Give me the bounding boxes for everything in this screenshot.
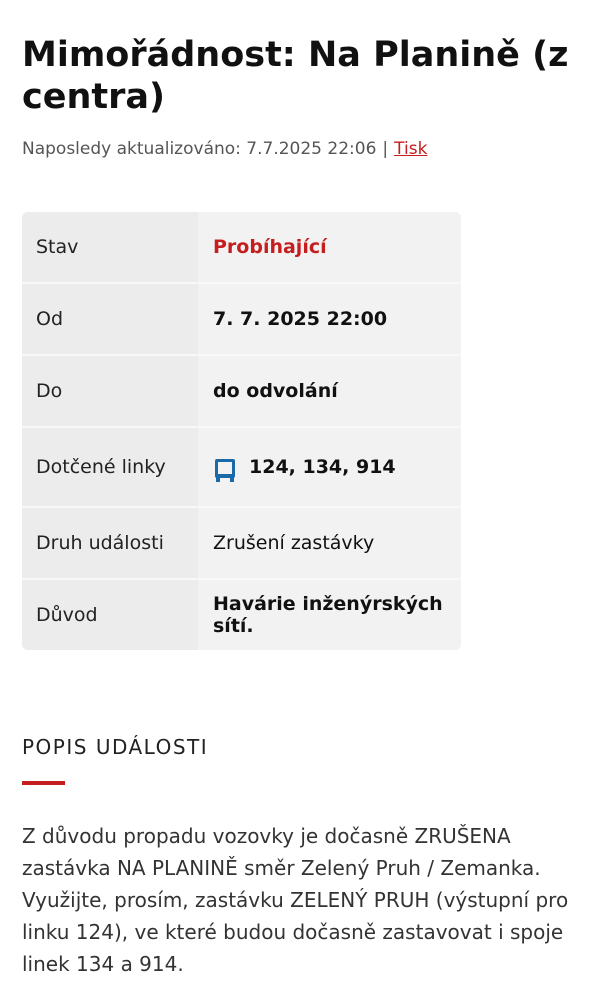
print-link[interactable]: Tisk [394,139,427,159]
page-title: Mimořádnost: Na Planině (z centra) [22,35,569,117]
info-label: Do [22,356,198,426]
bus-icon [213,457,237,483]
affected-lines-value[interactable]: 124, 134, 914 [249,456,396,478]
page: Mimořádnost: Na Planině (z centra) Napos… [0,0,613,1000]
info-label: Od [22,284,198,354]
last-updated-text: Naposledy aktualizováno: 7.7.2025 22:06 [22,139,377,159]
info-row-to: Do do odvolání [22,356,461,428]
info-row-lines: Dotčené linky 124, 134, 914 [22,428,461,508]
event-info-table: Stav Probíhající Od 7. 7. 2025 22:00 Do … [22,212,461,650]
info-row-status: Stav Probíhající [22,212,461,284]
event-description: Z důvodu propadu vozovky je dočasně ZRUŠ… [22,824,569,976]
section-heading: POPIS UDÁLOSTI [22,735,209,759]
info-row-from: Od 7. 7. 2025 22:00 [22,284,461,356]
info-label: Stav [22,212,198,282]
info-label: Důvod [22,580,198,650]
lines-cell: 124, 134, 914 [198,428,461,506]
info-label: Druh události [22,508,198,578]
meta-separator: | [382,139,389,159]
info-row-reason: Důvod Havárie inženýrských sítí. [22,580,461,650]
info-row-event-type: Druh události Zrušení zastávky [22,508,461,580]
heading-accent-divider [22,781,65,785]
info-label: Dotčené linky [22,428,198,506]
to-value: do odvolání [198,356,461,426]
status-value: Probíhající [198,212,461,282]
from-value: 7. 7. 2025 22:00 [198,284,461,354]
event-type-value: Zrušení zastávky [198,508,461,578]
update-meta: Naposledy aktualizováno: 7.7.2025 22:06 |… [22,139,427,159]
reason-value: Havárie inženýrských sítí. [198,580,461,650]
